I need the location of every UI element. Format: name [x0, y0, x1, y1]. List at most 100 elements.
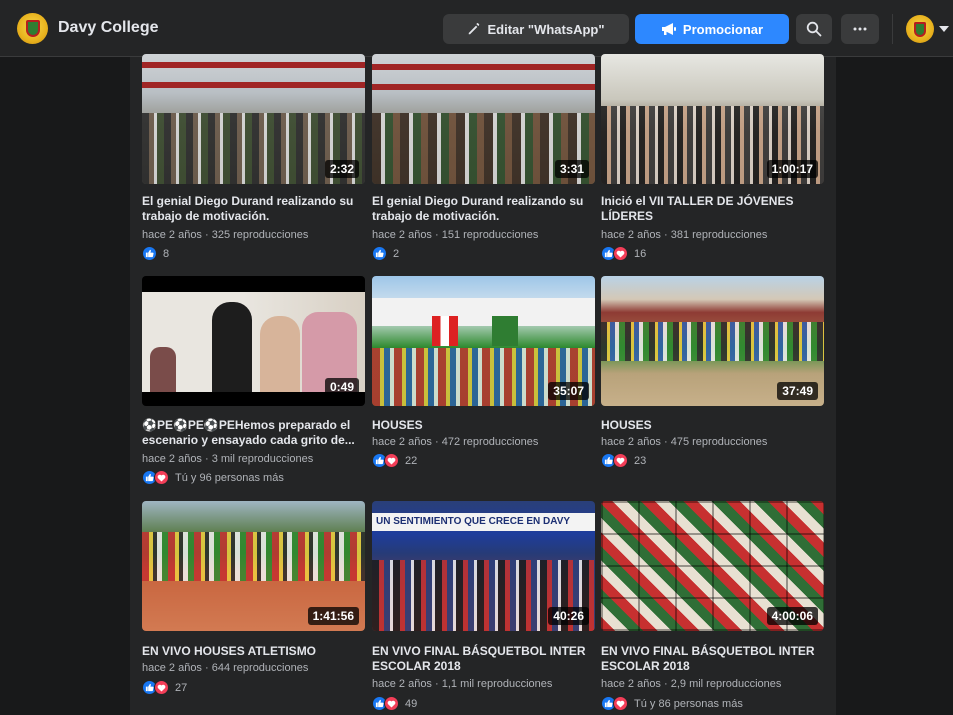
video-age: hace 2 años	[372, 229, 432, 241]
reactions[interactable]: 23	[601, 453, 646, 468]
video-title[interactable]: EN VIVO FINAL BÁSQUETBOL INTER ESCOLAR 2…	[601, 644, 817, 674]
video-duration: 4:00:06	[766, 607, 818, 625]
reactions[interactable]: 2	[372, 246, 399, 261]
video-title[interactable]: Inició el VII TALLER DE JÓVENES LÍDERES	[601, 194, 817, 224]
more-icon	[853, 27, 867, 31]
video-views: 644 reproducciones	[211, 662, 309, 674]
video-age: hace 2 años	[601, 436, 661, 448]
video-meta: hace 2 años · 644 reproducciones	[142, 662, 309, 674]
top-bar: Davy College Editar "WhatsApp" Promocion…	[0, 0, 953, 57]
promote-label: Promocionar	[682, 21, 764, 37]
love-icon	[384, 453, 399, 468]
reactions[interactable]: Tú y 86 personas más	[601, 696, 743, 711]
video-title[interactable]: HOUSES	[372, 418, 588, 433]
video-views: 475 reproducciones	[670, 436, 768, 448]
video-age: hace 2 años	[142, 662, 202, 674]
reaction-count: 22	[405, 454, 418, 467]
video-thumbnail[interactable]: 3:31	[372, 54, 595, 184]
video-meta: hace 2 años · 472 reproducciones	[372, 436, 539, 448]
video-views: 151 reproducciones	[441, 229, 539, 241]
love-icon	[154, 680, 169, 695]
reaction-count: 16	[634, 247, 647, 260]
video-duration: 1:00:17	[766, 160, 818, 178]
video-age: hace 2 años	[142, 229, 202, 241]
video-title[interactable]: ⚽PE⚽PE⚽PEHemos preparado el escenario y …	[142, 418, 358, 448]
video-meta: hace 2 años · 3 mil reproducciones	[142, 453, 314, 465]
reaction-count: 23	[634, 454, 647, 467]
reaction-count: 2	[393, 247, 400, 260]
video-duration: 0:49	[324, 378, 359, 396]
video-meta: hace 2 años · 2,9 mil reproducciones	[601, 678, 782, 690]
video-duration: 35:07	[548, 382, 589, 400]
video-thumbnail[interactable]: 1:41:56	[142, 501, 365, 631]
page-name[interactable]: Davy College	[58, 19, 158, 37]
shield-icon	[914, 21, 926, 37]
video-meta: hace 2 años · 325 reproducciones	[142, 229, 309, 241]
love-icon	[384, 696, 399, 711]
reactions[interactable]: 22	[372, 453, 417, 468]
video-age: hace 2 años	[142, 453, 202, 465]
more-options-button[interactable]	[841, 14, 879, 44]
reaction-count: 27	[175, 681, 188, 694]
video-age: hace 2 años	[372, 436, 432, 448]
page-logo[interactable]	[17, 13, 48, 44]
like-icon	[372, 246, 387, 261]
video-banner-text: UN SENTIMIENTO QUE CRECE EN DAVY	[372, 513, 595, 531]
reactions[interactable]: 8	[142, 246, 169, 261]
video-views: 1,1 mil reproducciones	[441, 678, 553, 690]
video-duration: 3:31	[554, 160, 589, 178]
video-age: hace 2 años	[601, 678, 661, 690]
video-meta: hace 2 años · 381 reproducciones	[601, 229, 768, 241]
video-meta: hace 2 años · 1,1 mil reproducciones	[372, 678, 553, 690]
video-views: 472 reproducciones	[441, 436, 539, 448]
love-icon	[613, 246, 628, 261]
video-thumbnail[interactable]: 0:49	[142, 276, 365, 406]
video-duration: 2:32	[324, 160, 359, 178]
megaphone-icon	[661, 23, 676, 35]
header-divider	[892, 14, 893, 44]
video-thumbnail[interactable]: 35:07	[372, 276, 595, 406]
reactions[interactable]: 27	[142, 680, 187, 695]
video-views: 3 mil reproducciones	[211, 453, 314, 465]
love-icon	[154, 470, 169, 485]
video-title[interactable]: EN VIVO HOUSES ATLETISMO	[142, 644, 358, 659]
video-views: 325 reproducciones	[211, 229, 309, 241]
search-button[interactable]	[796, 14, 832, 44]
edit-whatsapp-label: Editar "WhatsApp"	[487, 21, 605, 37]
shield-icon	[25, 20, 40, 37]
reactions[interactable]: 49	[372, 696, 417, 711]
reaction-count: Tú y 86 personas más	[634, 697, 743, 710]
video-meta: hace 2 años · 475 reproducciones	[601, 436, 768, 448]
video-title[interactable]: El genial Diego Durand realizando su tra…	[142, 194, 358, 224]
love-icon	[613, 696, 628, 711]
reaction-count: 8	[163, 247, 170, 260]
video-thumbnail[interactable]: 4:00:06	[601, 501, 824, 631]
video-thumbnail[interactable]: 1:00:17	[601, 54, 824, 184]
video-thumbnail[interactable]: 37:49	[601, 276, 824, 406]
love-icon	[613, 453, 628, 468]
account-menu-caret-icon[interactable]	[939, 26, 949, 32]
search-icon	[806, 21, 822, 37]
video-title[interactable]: HOUSES	[601, 418, 817, 433]
video-age: hace 2 años	[601, 229, 661, 241]
pencil-icon	[469, 23, 480, 35]
edit-whatsapp-button[interactable]: Editar "WhatsApp"	[443, 14, 629, 44]
video-views: 381 reproducciones	[670, 229, 768, 241]
video-thumbnail[interactable]: 2:32	[142, 54, 365, 184]
reactions[interactable]: 16	[601, 246, 646, 261]
account-avatar[interactable]	[906, 15, 934, 43]
video-views: 2,9 mil reproducciones	[670, 678, 782, 690]
promote-button[interactable]: Promocionar	[635, 14, 789, 44]
like-icon	[142, 246, 157, 261]
reaction-count: Tú y 96 personas más	[175, 471, 284, 484]
video-duration: 37:49	[777, 382, 818, 400]
reactions[interactable]: Tú y 96 personas más	[142, 470, 284, 485]
video-title[interactable]: El genial Diego Durand realizando su tra…	[372, 194, 588, 224]
video-title[interactable]: EN VIVO FINAL BÁSQUETBOL INTER ESCOLAR 2…	[372, 644, 588, 674]
video-meta: hace 2 años · 151 reproducciones	[372, 229, 539, 241]
video-duration: 1:41:56	[307, 607, 359, 625]
video-thumbnail[interactable]: UN SENTIMIENTO QUE CRECE EN DAVY 40:26	[372, 501, 595, 631]
reaction-count: 49	[405, 697, 418, 710]
video-age: hace 2 años	[372, 678, 432, 690]
video-duration: 40:26	[548, 607, 589, 625]
